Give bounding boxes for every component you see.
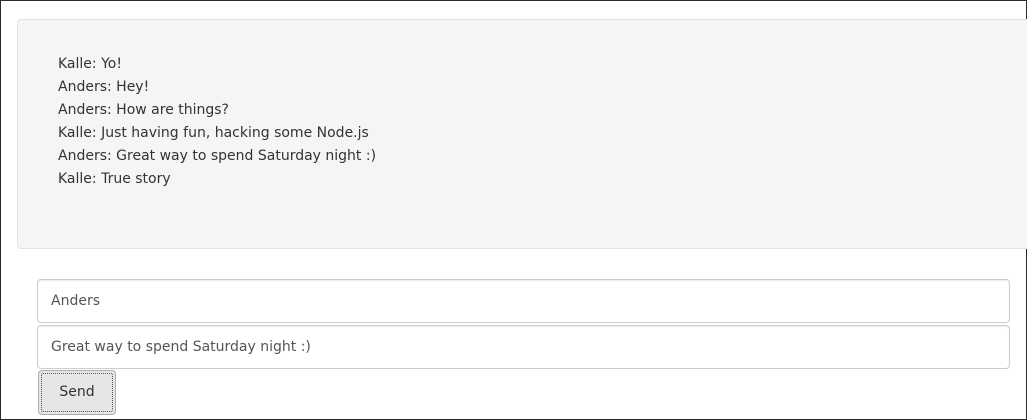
chat-message: Kalle: Yo! [58, 56, 122, 72]
chat-log: Kalle: Yo! Anders: Hey! Anders: How are … [17, 19, 1027, 249]
app-window: Kalle: Yo! Anders: Hey! Anders: How are … [0, 0, 1027, 420]
message-input[interactable] [37, 325, 1010, 369]
name-input[interactable] [37, 279, 1010, 323]
chat-message: Anders: How are things? [58, 102, 229, 118]
chat-message: Kalle: True story [58, 171, 171, 187]
send-button-label: Send [59, 384, 95, 400]
chat-message: Anders: Hey! [58, 79, 150, 95]
chat-message: Anders: Great way to spend Saturday nigh… [58, 148, 377, 164]
chat-message: Kalle: Just having fun, hacking some Nod… [58, 125, 369, 141]
send-button[interactable]: Send [38, 370, 116, 415]
